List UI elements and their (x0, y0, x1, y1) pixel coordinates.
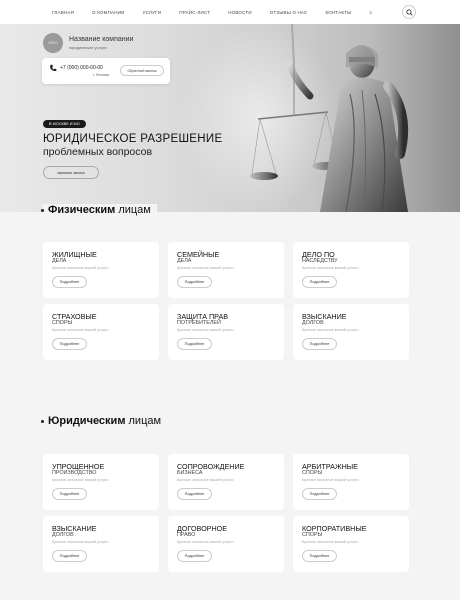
service-card[interactable]: ЖИЛИЩНЫЕ ДЕЛА Краткое описание вашей услуг… (43, 242, 159, 298)
section-title-bold: Юридическим (48, 415, 126, 427)
callback-button[interactable]: Обратный звонок (120, 65, 164, 76)
service-card[interactable]: ВЗЫСКАНИЕ ДОЛГОВ Краткое описание вашей ус… (293, 304, 409, 360)
service-card[interactable]: СЕМЕЙНЫЕ ДЕЛА Краткое описание вашей услуг… (168, 242, 284, 298)
section-title-rest: лицам (125, 415, 162, 427)
details-button[interactable]: Подробнее (177, 276, 212, 288)
service-card[interactable]: КОРПОРАТИВНЫЕ СПОРЫ Краткое описание вашей… (293, 516, 409, 572)
card-description: Краткое описание вашей услуги (302, 328, 359, 332)
details-button[interactable]: Подробнее (302, 488, 337, 500)
nav-item-news[interactable]: Новости (228, 10, 252, 15)
card-subtitle: НАСЛЕДСТВУ (302, 258, 338, 264)
details-button[interactable]: Подробнее (52, 550, 87, 562)
service-card[interactable]: СТРАХОВЫЕ СПОРЫ Краткое описание вашей усл… (43, 304, 159, 360)
details-button[interactable]: Подробнее (52, 276, 87, 288)
details-button[interactable]: Подробнее (302, 550, 337, 562)
contact-card: +7 (000) 000-00-00 г. Москва Обратный зв… (42, 58, 170, 84)
phone-icon (50, 64, 57, 72)
themis-statue-image (250, 24, 409, 212)
card-subtitle: ПРОИЗВОДСТВО (52, 470, 97, 476)
nav-item-services[interactable]: Услуги (143, 10, 162, 15)
card-description: Краткое описание вашей услуги (302, 478, 359, 482)
details-button[interactable]: Подробнее (52, 488, 87, 500)
company-name: Название компании (69, 36, 134, 43)
card-subtitle: ПРАВО (177, 532, 196, 538)
service-card[interactable]: УПРОЩЕННОЕ ПРОИЗВОДСТВО Краткое описание в… (43, 454, 159, 510)
card-subtitle: СПОРЫ (52, 320, 73, 326)
search-button[interactable] (402, 5, 416, 19)
card-description: Краткое описание вашей услуги (177, 540, 234, 544)
service-card[interactable]: ЗАЩИТА ПРАВ ПОТРЕБИТЕЛЕЙ Краткое описание … (168, 304, 284, 360)
card-description: Краткое описание вашей услуги (52, 478, 109, 482)
nav-item-home[interactable]: Главная (52, 10, 74, 15)
card-description: Краткое описание вашей услуги (302, 540, 359, 544)
title-dot-icon (41, 420, 44, 423)
service-card[interactable]: ДЕЛО ПО НАСЛЕДСТВУ Краткое описание вашей … (293, 242, 409, 298)
company-subtitle: юридические услуги (69, 45, 107, 50)
search-icon (405, 8, 413, 16)
card-description: Краткое описание вашей услуги (52, 540, 109, 544)
section-title-bold: Физическим (48, 204, 116, 216)
card-subtitle: ДОЛГОВ (52, 532, 74, 538)
section-title-individuals: Физическим лицам (41, 204, 157, 216)
card-description: Краткое описание вашей услуги (177, 266, 234, 270)
hero-subtitle: проблемных вопросов (43, 146, 153, 158)
card-subtitle: СПОРЫ (302, 470, 323, 476)
details-button[interactable]: Подробнее (302, 338, 337, 350)
card-description: Краткое описание вашей услуги (52, 328, 109, 332)
phone-number[interactable]: +7 (000) 000-00-00 (60, 65, 103, 71)
card-description: Краткое описание вашей услуги (52, 266, 109, 270)
service-card[interactable]: АРБИТРАЖНЫЕ СПОРЫ Краткое описание вашей у… (293, 454, 409, 510)
details-button[interactable]: Подробнее (302, 276, 337, 288)
service-card[interactable]: ВЗЫСКАНИЕ ДОЛГОВ Краткое описание вашей ус… (43, 516, 159, 572)
card-subtitle: ПОТРЕБИТЕЛЕЙ (177, 320, 221, 326)
company-logo[interactable]: ЛОГО (43, 33, 63, 53)
details-button[interactable]: Подробнее (52, 338, 87, 350)
card-description: Краткое описание вашей услуги (302, 266, 359, 270)
contact-city: г. Москва (93, 73, 109, 77)
card-subtitle: ДОЛГОВ (302, 320, 324, 326)
details-button[interactable]: Подробнее (177, 488, 212, 500)
section-title-rest: лицам (115, 204, 151, 216)
title-dot-icon (41, 209, 44, 212)
card-description: Краткое описание вашей услуги (177, 328, 234, 332)
card-description: Краткое описание вашей услуги (177, 478, 234, 482)
nav-item-pricelist[interactable]: Прайс-лист (179, 10, 210, 15)
service-card[interactable]: СОПРОВОЖДЕНИЕ БИЗНЕСА Краткое описание ваш… (168, 454, 284, 510)
hero-title: ЮРИДИЧЕСКОЕ РАЗРЕШЕНИЕ (43, 133, 223, 145)
nav-item-contacts[interactable]: Контакты (326, 10, 352, 15)
card-subtitle: ДЕЛА (52, 258, 67, 264)
region-badge: В МОСКВЕ И МО (43, 120, 86, 128)
nav-item-about[interactable]: О компании (92, 10, 125, 15)
top-navigation: Главная О компании Услуги Прайс-лист Нов… (0, 0, 460, 24)
details-button[interactable]: Подробнее (177, 550, 212, 562)
service-card[interactable]: ДОГОВОРНОЕ ПРАВО Краткое описание вашей ус… (168, 516, 284, 572)
details-button[interactable]: Подробнее (177, 338, 212, 350)
section-title-legal: Юридическим лицам (41, 415, 168, 427)
nav-more-icon[interactable]: ≡ (369, 10, 372, 15)
card-subtitle: ДЕЛА (177, 258, 192, 264)
card-subtitle: СПОРЫ (302, 532, 323, 538)
nav-item-reviews[interactable]: Отзывы о нас (270, 10, 308, 15)
card-subtitle: БИЗНЕСА (177, 470, 203, 476)
order-call-button[interactable]: заказать звонок (43, 166, 99, 179)
